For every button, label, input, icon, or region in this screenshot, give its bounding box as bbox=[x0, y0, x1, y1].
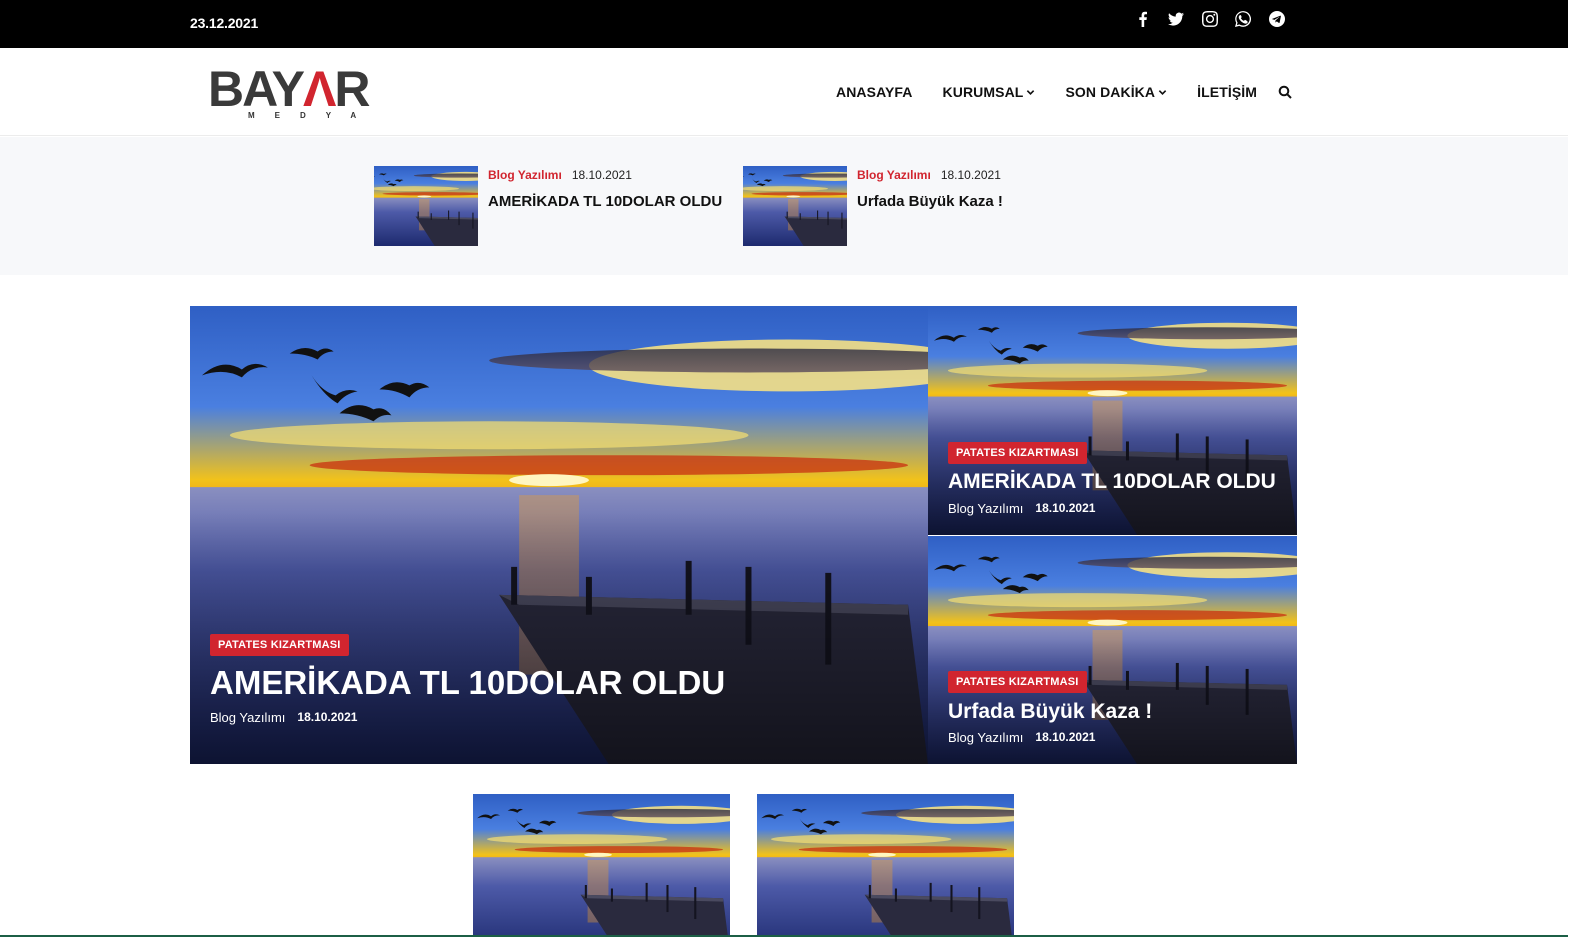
site-header: BAYΛR MEDYA ANASAYFA KURUMSAL SON DAKİKA… bbox=[0, 48, 1568, 136]
top-bar: 23.12.2021 bbox=[0, 0, 1568, 48]
post-card[interactable] bbox=[757, 794, 1014, 936]
facebook-icon[interactable] bbox=[1126, 9, 1160, 29]
logo-text-left: BAY bbox=[208, 61, 305, 117]
nav-label: SON DAKİKA bbox=[1065, 84, 1156, 100]
featured-title[interactable]: AMERİKADA TL 10DOLAR OLDU bbox=[948, 470, 1276, 494]
nav-label: ANASAYFA bbox=[836, 84, 913, 100]
featured-meta: Blog Yazılımı 18.10.2021 bbox=[948, 501, 1095, 516]
nav-item-kurumsal[interactable]: KURUMSAL bbox=[943, 84, 1036, 100]
chevron-down-icon bbox=[1027, 89, 1035, 95]
featured-title[interactable]: Urfada Büyük Kaza ! bbox=[948, 700, 1152, 724]
instagram-icon[interactable] bbox=[1193, 9, 1227, 29]
featured-meta: Blog Yazılımı 18.10.2021 bbox=[210, 710, 357, 725]
nav-label: İLETİŞİM bbox=[1197, 84, 1258, 100]
whatsapp-icon[interactable] bbox=[1227, 9, 1261, 29]
nav-item-anasayfa[interactable]: ANASAYFA bbox=[836, 84, 913, 100]
news-title[interactable]: AMERİKADA TL 10DOLAR OLDU bbox=[488, 193, 722, 210]
latest-news-item[interactable]: Blog Yazılımı 18.10.2021 AMERİKADA TL 10D… bbox=[374, 166, 722, 246]
site-logo[interactable]: BAYΛR MEDYA bbox=[208, 64, 380, 120]
twitter-icon[interactable] bbox=[1160, 9, 1194, 29]
logo-wordmark: BAYΛR bbox=[208, 61, 370, 117]
post-card[interactable] bbox=[473, 794, 730, 936]
telegram-icon[interactable] bbox=[1260, 9, 1294, 29]
featured-title[interactable]: AMERİKADA TL 10DOLAR OLDU bbox=[210, 664, 725, 702]
post-card-image bbox=[757, 794, 1014, 936]
nav-label: KURUMSAL bbox=[942, 84, 1024, 100]
post-date: 18.10.2021 bbox=[297, 710, 358, 724]
category-badge[interactable]: PATATES KIZARTMASI bbox=[948, 442, 1087, 464]
nav-item-iletisim[interactable]: İLETİŞİM bbox=[1197, 84, 1257, 100]
featured-main-post[interactable]: PATATES KIZARTMASI AMERİKADA TL 10DOLAR … bbox=[190, 306, 928, 764]
post-category[interactable]: Blog Yazılımı bbox=[948, 501, 1023, 516]
news-date: 18.10.2021 bbox=[940, 168, 1001, 182]
featured-meta: Blog Yazılımı 18.10.2021 bbox=[948, 730, 1095, 745]
post-card-image bbox=[473, 794, 730, 936]
category-badge[interactable]: PATATES KIZARTMASI bbox=[210, 634, 349, 656]
logo-subtitle: MEDYA bbox=[248, 111, 377, 120]
search-icon[interactable] bbox=[1278, 85, 1292, 99]
news-date: 18.10.2021 bbox=[571, 168, 632, 182]
post-date: 18.10.2021 bbox=[1035, 501, 1096, 515]
category-badge[interactable]: PATATES KIZARTMASI bbox=[948, 671, 1087, 693]
logo-text-right: R bbox=[334, 61, 370, 117]
news-category[interactable]: Blog Yazılımı bbox=[488, 168, 562, 182]
main-nav: ANASAYFA KURUMSAL SON DAKİKA İLETİŞİM bbox=[836, 84, 1292, 100]
news-meta: Blog Yazılımı 18.10.2021 AMERİKADA TL 10D… bbox=[488, 166, 722, 246]
news-thumbnail bbox=[743, 166, 847, 246]
featured-side-post[interactable]: PATATES KIZARTMASI AMERİKADA TL 10DOLAR … bbox=[928, 306, 1297, 535]
news-meta: Blog Yazılımı 18.10.2021 Urfada Büyük Kaz… bbox=[857, 166, 1003, 246]
bottom-divider bbox=[0, 935, 1568, 937]
news-title[interactable]: Urfada Büyük Kaza ! bbox=[857, 193, 1003, 210]
logo-text-accent: Λ bbox=[302, 61, 336, 117]
featured-side-post[interactable]: PATATES KIZARTMASI Urfada Büyük Kaza ! B… bbox=[928, 536, 1297, 764]
chevron-down-icon bbox=[1158, 89, 1167, 95]
news-thumbnail bbox=[374, 166, 478, 246]
social-links bbox=[1126, 9, 1294, 29]
current-date: 23.12.2021 bbox=[190, 15, 259, 31]
post-category[interactable]: Blog Yazılımı bbox=[210, 710, 285, 725]
post-category[interactable]: Blog Yazılımı bbox=[948, 730, 1023, 745]
post-date: 18.10.2021 bbox=[1035, 730, 1096, 744]
news-category[interactable]: Blog Yazılımı bbox=[857, 168, 931, 182]
latest-news-strip: Blog Yazılımı 18.10.2021 AMERİKADA TL 10D… bbox=[0, 137, 1568, 275]
latest-news-item[interactable]: Blog Yazılımı 18.10.2021 Urfada Büyük Kaz… bbox=[743, 166, 1003, 246]
nav-item-son-dakika[interactable]: SON DAKİKA bbox=[1065, 84, 1167, 100]
